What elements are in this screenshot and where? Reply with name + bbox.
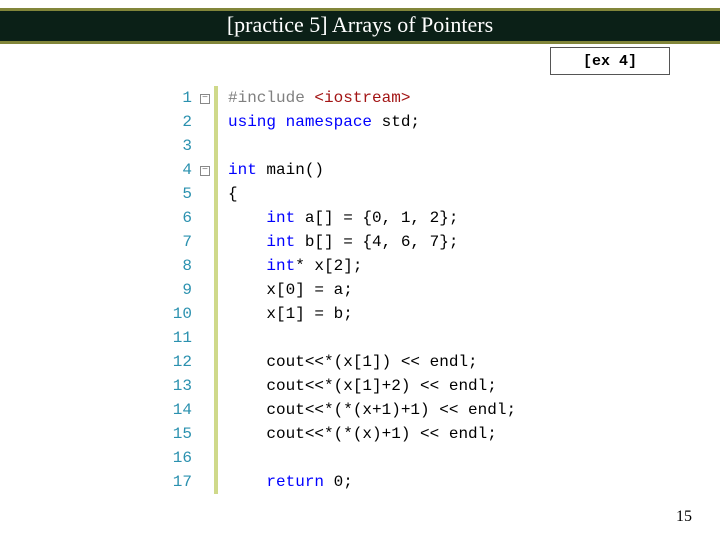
code-line: 15 cout<<*(*(x)+1) << endl; [170,422,590,446]
change-bar [214,446,218,470]
title-accent-top [0,8,720,11]
code-line: 6 int a[] = {0, 1, 2}; [170,206,590,230]
code-text: cout<<*(*(x)+1) << endl; [228,422,497,446]
line-number: 16 [170,446,198,470]
code-text: x[1] = b; [228,302,353,326]
code-line: 4− int main() [170,158,590,182]
line-number: 17 [170,470,198,494]
change-bar [214,134,218,158]
change-bar [214,470,218,494]
code-text: { [228,182,238,206]
line-number: 6 [170,206,198,230]
code-text: x[0] = a; [228,278,353,302]
code-text: #include <iostream> [228,86,410,110]
change-bar [214,182,218,206]
line-number: 14 [170,398,198,422]
line-number: 13 [170,374,198,398]
code-line: 3 [170,134,590,158]
line-number: 11 [170,326,198,350]
slide-title: [practice 5] Arrays of Pointers [0,12,720,38]
change-bar [214,326,218,350]
change-bar [214,158,218,182]
code-text: int a[] = {0, 1, 2}; [228,206,458,230]
code-line: 13 cout<<*(x[1]+2) << endl; [170,374,590,398]
change-bar [214,110,218,134]
change-bar [214,86,218,110]
code-line: 12 cout<<*(x[1]) << endl; [170,350,590,374]
code-line: 14 cout<<*(*(x+1)+1) << endl; [170,398,590,422]
code-block: 1−#include <iostream>2using namespace st… [170,86,590,494]
code-text: using namespace std; [228,110,420,134]
fold-minus-icon[interactable]: − [200,166,210,176]
code-text: cout<<*(x[1]) << endl; [228,350,478,374]
code-text: cout<<*(x[1]+2) << endl; [228,374,497,398]
change-bar [214,254,218,278]
line-number: 2 [170,110,198,134]
line-number: 4 [170,158,198,182]
code-line: 7 int b[] = {4, 6, 7}; [170,230,590,254]
code-text: int b[] = {4, 6, 7}; [228,230,458,254]
title-accent-bottom [0,41,720,44]
code-line: 9 x[0] = a; [170,278,590,302]
change-bar [214,302,218,326]
line-number: 12 [170,350,198,374]
code-text: int main() [228,158,324,182]
change-bar [214,422,218,446]
line-number: 1 [170,86,198,110]
line-number: 7 [170,230,198,254]
line-number: 3 [170,134,198,158]
change-bar [214,230,218,254]
change-bar [214,206,218,230]
code-line: 16 [170,446,590,470]
code-line: 11 [170,326,590,350]
line-number: 15 [170,422,198,446]
fold-gutter[interactable]: − [198,86,212,110]
line-number: 9 [170,278,198,302]
fold-gutter[interactable]: − [198,158,212,182]
example-label-box: [ex 4] [550,47,670,75]
code-line: 1− #include <iostream> [170,86,590,110]
code-text: int* x[2]; [228,254,362,278]
fold-minus-icon[interactable]: − [200,94,210,104]
change-bar [214,278,218,302]
change-bar [214,398,218,422]
code-text: cout<<*(*(x+1)+1) << endl; [228,398,516,422]
code-text: return 0; [228,470,353,494]
line-number: 5 [170,182,198,206]
code-line: 10 x[1] = b; [170,302,590,326]
code-line: 17 return 0; [170,470,590,494]
line-number: 10 [170,302,198,326]
code-line: 2 using namespace std; [170,110,590,134]
change-bar [214,350,218,374]
page-number: 15 [676,508,692,526]
code-line: 8 int* x[2]; [170,254,590,278]
line-number: 8 [170,254,198,278]
code-line: 5{ [170,182,590,206]
change-bar [214,374,218,398]
